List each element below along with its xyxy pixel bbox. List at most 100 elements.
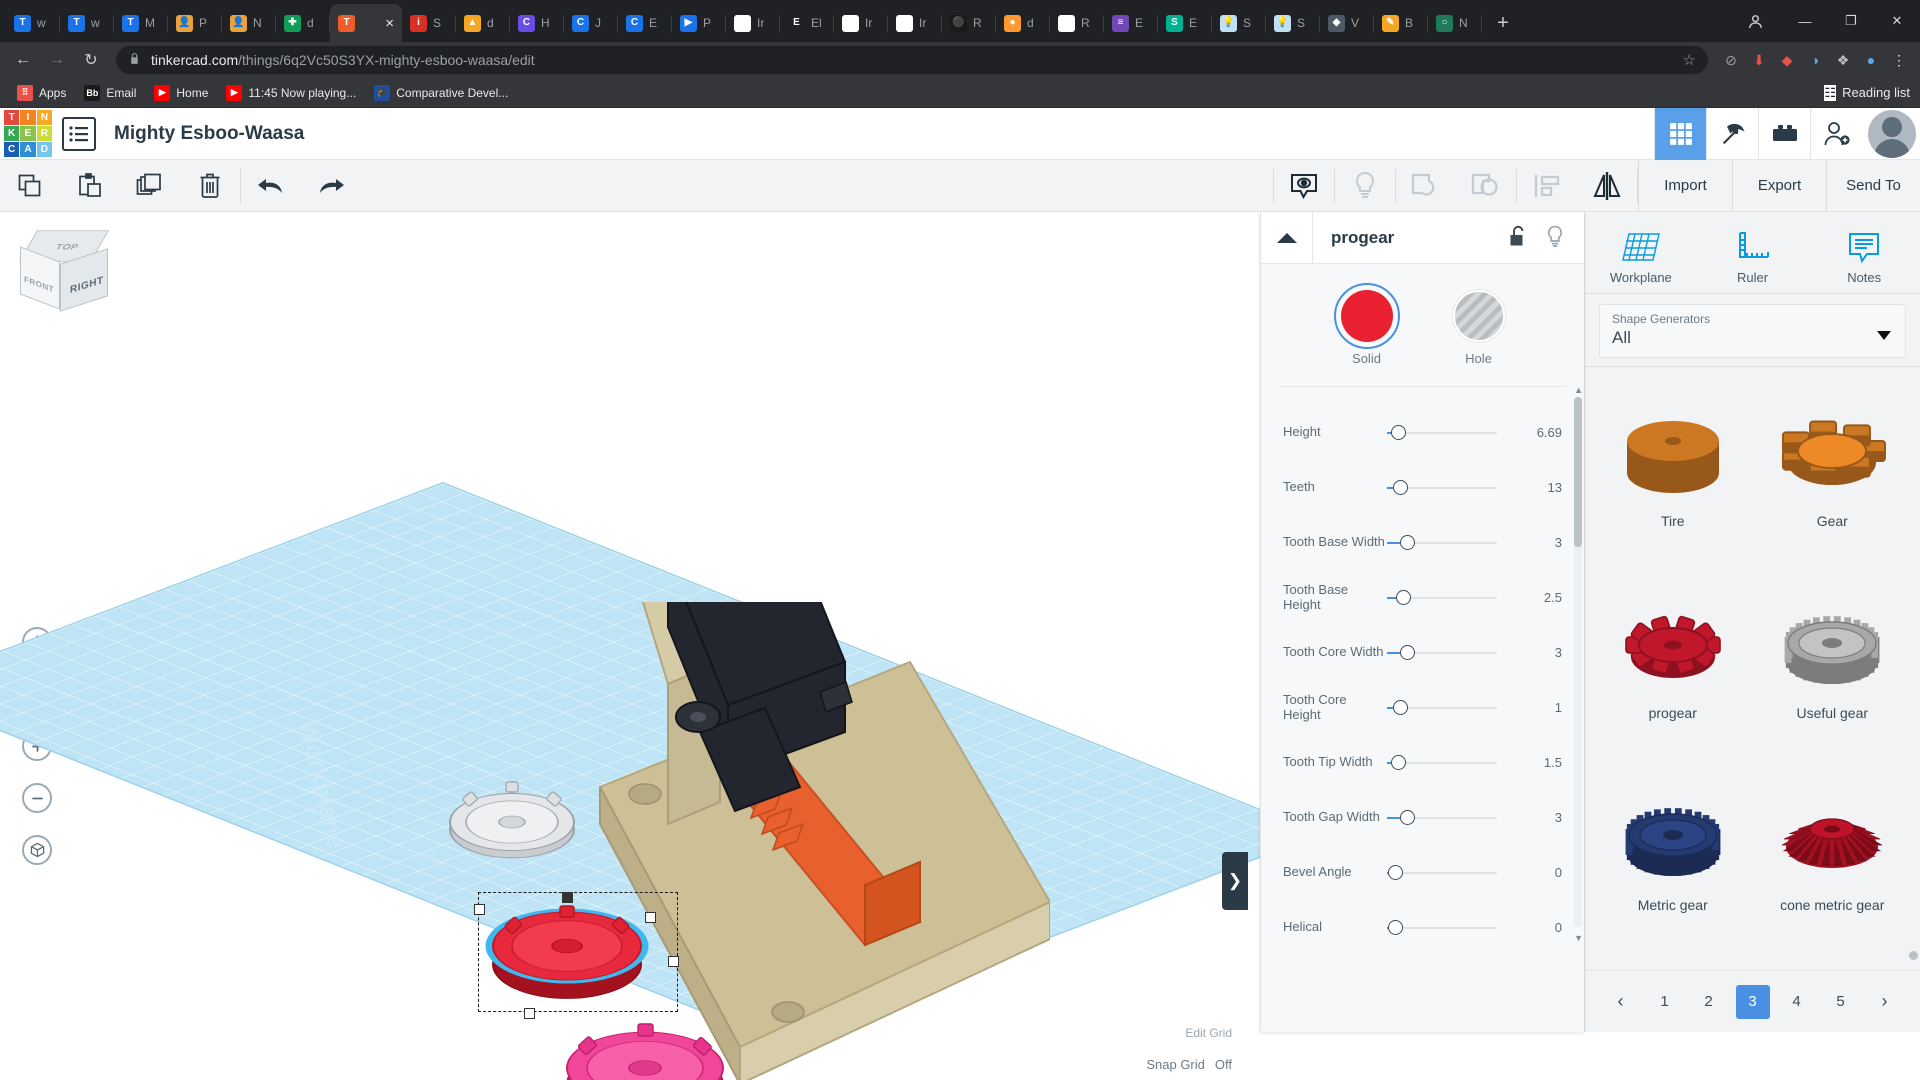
- edit-grid-label[interactable]: Edit Grid: [1185, 1026, 1232, 1040]
- browser-tab[interactable]: T ×: [330, 4, 402, 42]
- browser-tab[interactable]: ≡ E: [1104, 4, 1158, 42]
- parameter-value[interactable]: 1.5: [1503, 755, 1562, 770]
- slider-knob[interactable]: [1396, 590, 1411, 605]
- sidebar-item-ruler[interactable]: Ruler: [1697, 226, 1809, 285]
- codeblocks-pickaxe-icon[interactable]: [1706, 107, 1758, 160]
- invite-person-icon[interactable]: [1810, 107, 1862, 160]
- parameter-value[interactable]: 6.69: [1503, 425, 1562, 440]
- browser-tab[interactable]: Tw: [60, 4, 114, 42]
- forward-button[interactable]: →: [42, 45, 72, 75]
- export-button[interactable]: Export: [1732, 159, 1826, 212]
- parameter-slider[interactable]: [1387, 425, 1503, 441]
- browser-tab[interactable]: ● d: [996, 4, 1050, 42]
- chevron-down-icon[interactable]: [1877, 331, 1891, 340]
- slider-knob[interactable]: [1400, 535, 1415, 550]
- hole-option[interactable]: Hole: [1452, 290, 1505, 366]
- browser-tab[interactable]: ✚ d: [276, 4, 330, 42]
- tinkercad-logo[interactable]: TINKERCAD: [4, 109, 52, 158]
- slider-knob[interactable]: [1393, 480, 1408, 495]
- shape-library-item[interactable]: Tire: [1593, 371, 1753, 563]
- reading-list-button[interactable]: ☷ Reading list: [1824, 84, 1910, 101]
- block-icon[interactable]: ⊘: [1718, 47, 1744, 73]
- parameter-value[interactable]: 1: [1503, 700, 1562, 715]
- browser-tab[interactable]: M Ir: [834, 4, 888, 42]
- bookmark-star-icon[interactable]: ☆: [1683, 51, 1696, 69]
- parameter-slider[interactable]: [1387, 810, 1503, 826]
- sidebar-collapse-button[interactable]: ❯: [1222, 852, 1248, 910]
- solid-color-swatch[interactable]: [1333, 283, 1400, 349]
- slider-knob[interactable]: [1388, 865, 1403, 880]
- selection-handle-right[interactable]: [668, 956, 679, 967]
- bookmark-item[interactable]: ▶ Home: [147, 82, 215, 104]
- undo-button[interactable]: [241, 160, 301, 212]
- slider-knob[interactable]: [1400, 810, 1415, 825]
- zoom-out-button[interactable]: [22, 783, 52, 813]
- parameter-slider[interactable]: [1387, 590, 1503, 606]
- pagination-prev-arrow[interactable]: ‹: [1604, 985, 1638, 1019]
- mirror-button[interactable]: [1577, 160, 1637, 212]
- parameter-slider[interactable]: [1387, 755, 1503, 771]
- parameters-list[interactable]: Height 6.69 Teeth 13 Tooth Base Width 3 Tooth …: [1261, 387, 1584, 1032]
- pagination-next-arrow[interactable]: ›: [1868, 985, 1902, 1019]
- slider-knob[interactable]: [1388, 920, 1403, 935]
- view-cube[interactable]: TOP FRONT RIGHT: [18, 226, 116, 312]
- browser-tab[interactable]: ◆ V: [1320, 4, 1374, 42]
- slider-knob[interactable]: [1400, 645, 1415, 660]
- window-maximize-button[interactable]: ❐: [1828, 0, 1874, 42]
- brick-icon[interactable]: [1758, 107, 1810, 160]
- mask-ext-icon[interactable]: ◑: [1802, 47, 1828, 73]
- download-icon[interactable]: ⬇: [1746, 47, 1772, 73]
- parameters-scrollbar-thumb[interactable]: [1574, 397, 1582, 547]
- parameter-slider[interactable]: [1387, 645, 1503, 661]
- browser-tab[interactable]: E El: [780, 4, 834, 42]
- reload-button[interactable]: ↻: [76, 45, 106, 75]
- paste-button[interactable]: [60, 160, 120, 212]
- selection-handle-top[interactable]: [562, 892, 573, 903]
- browser-tab[interactable]: iS: [402, 4, 456, 42]
- shape-library-item[interactable]: Gear: [1753, 371, 1913, 563]
- pagination-page-1[interactable]: 1: [1648, 985, 1682, 1019]
- blocks-grid-icon[interactable]: [1654, 107, 1706, 160]
- hole-swatch[interactable]: [1452, 290, 1505, 342]
- parameter-value[interactable]: 13: [1503, 480, 1562, 495]
- gear-pink[interactable]: [555, 1002, 735, 1080]
- copy-button[interactable]: [0, 160, 60, 212]
- properties-collapse-button[interactable]: [1261, 212, 1313, 264]
- browser-tab[interactable]: TM: [114, 4, 168, 42]
- browser-profile-button[interactable]: [1732, 0, 1778, 42]
- parameter-value[interactable]: 0: [1503, 865, 1562, 880]
- selection-handle-bl[interactable]: [524, 1008, 535, 1019]
- tab-close-icon[interactable]: ×: [385, 15, 394, 32]
- pagination-page-4[interactable]: 4: [1780, 985, 1814, 1019]
- parameter-slider[interactable]: [1387, 700, 1503, 716]
- browser-tab[interactable]: 💡 S: [1266, 4, 1320, 42]
- back-button[interactable]: ←: [8, 45, 38, 75]
- send-to-button[interactable]: Send To: [1826, 159, 1920, 212]
- browser-tab[interactable]: CJ: [564, 4, 618, 42]
- pagination-page-2[interactable]: 2: [1692, 985, 1726, 1019]
- browser-tab[interactable]: ∷ R: [1050, 4, 1104, 42]
- solid-option[interactable]: Solid: [1333, 283, 1400, 366]
- shape-library-item[interactable]: cone metric gear: [1753, 755, 1913, 947]
- parameter-value[interactable]: 3: [1503, 645, 1562, 660]
- browser-tab[interactable]: CH: [510, 4, 564, 42]
- bookmark-item[interactable]: ⠿ Apps: [10, 82, 73, 104]
- gear-gray[interactable]: [438, 764, 586, 874]
- slider-knob[interactable]: [1391, 755, 1406, 770]
- slider-knob[interactable]: [1393, 700, 1408, 715]
- ortho-perspective-button[interactable]: [22, 835, 52, 865]
- import-button[interactable]: Import: [1638, 159, 1732, 212]
- bookmark-item[interactable]: Bb Email: [77, 82, 143, 104]
- shape-grid-scroll-indicator[interactable]: [1909, 951, 1918, 960]
- sidebar-item-notes[interactable]: Notes: [1808, 226, 1920, 285]
- selection-handle-tr[interactable]: [645, 912, 656, 923]
- browser-tab[interactable]: CE: [618, 4, 672, 42]
- browser-tab[interactable]: 💡 S: [1212, 4, 1266, 42]
- parameter-slider[interactable]: [1387, 920, 1503, 936]
- duplicate-button[interactable]: [120, 160, 180, 212]
- delete-button[interactable]: [180, 160, 240, 212]
- browser-tab[interactable]: 👤 P: [168, 4, 222, 42]
- parameter-slider[interactable]: [1387, 535, 1503, 551]
- shape-generators-select[interactable]: Shape Generators All: [1599, 304, 1906, 358]
- shape-library-item[interactable]: progear: [1593, 563, 1753, 755]
